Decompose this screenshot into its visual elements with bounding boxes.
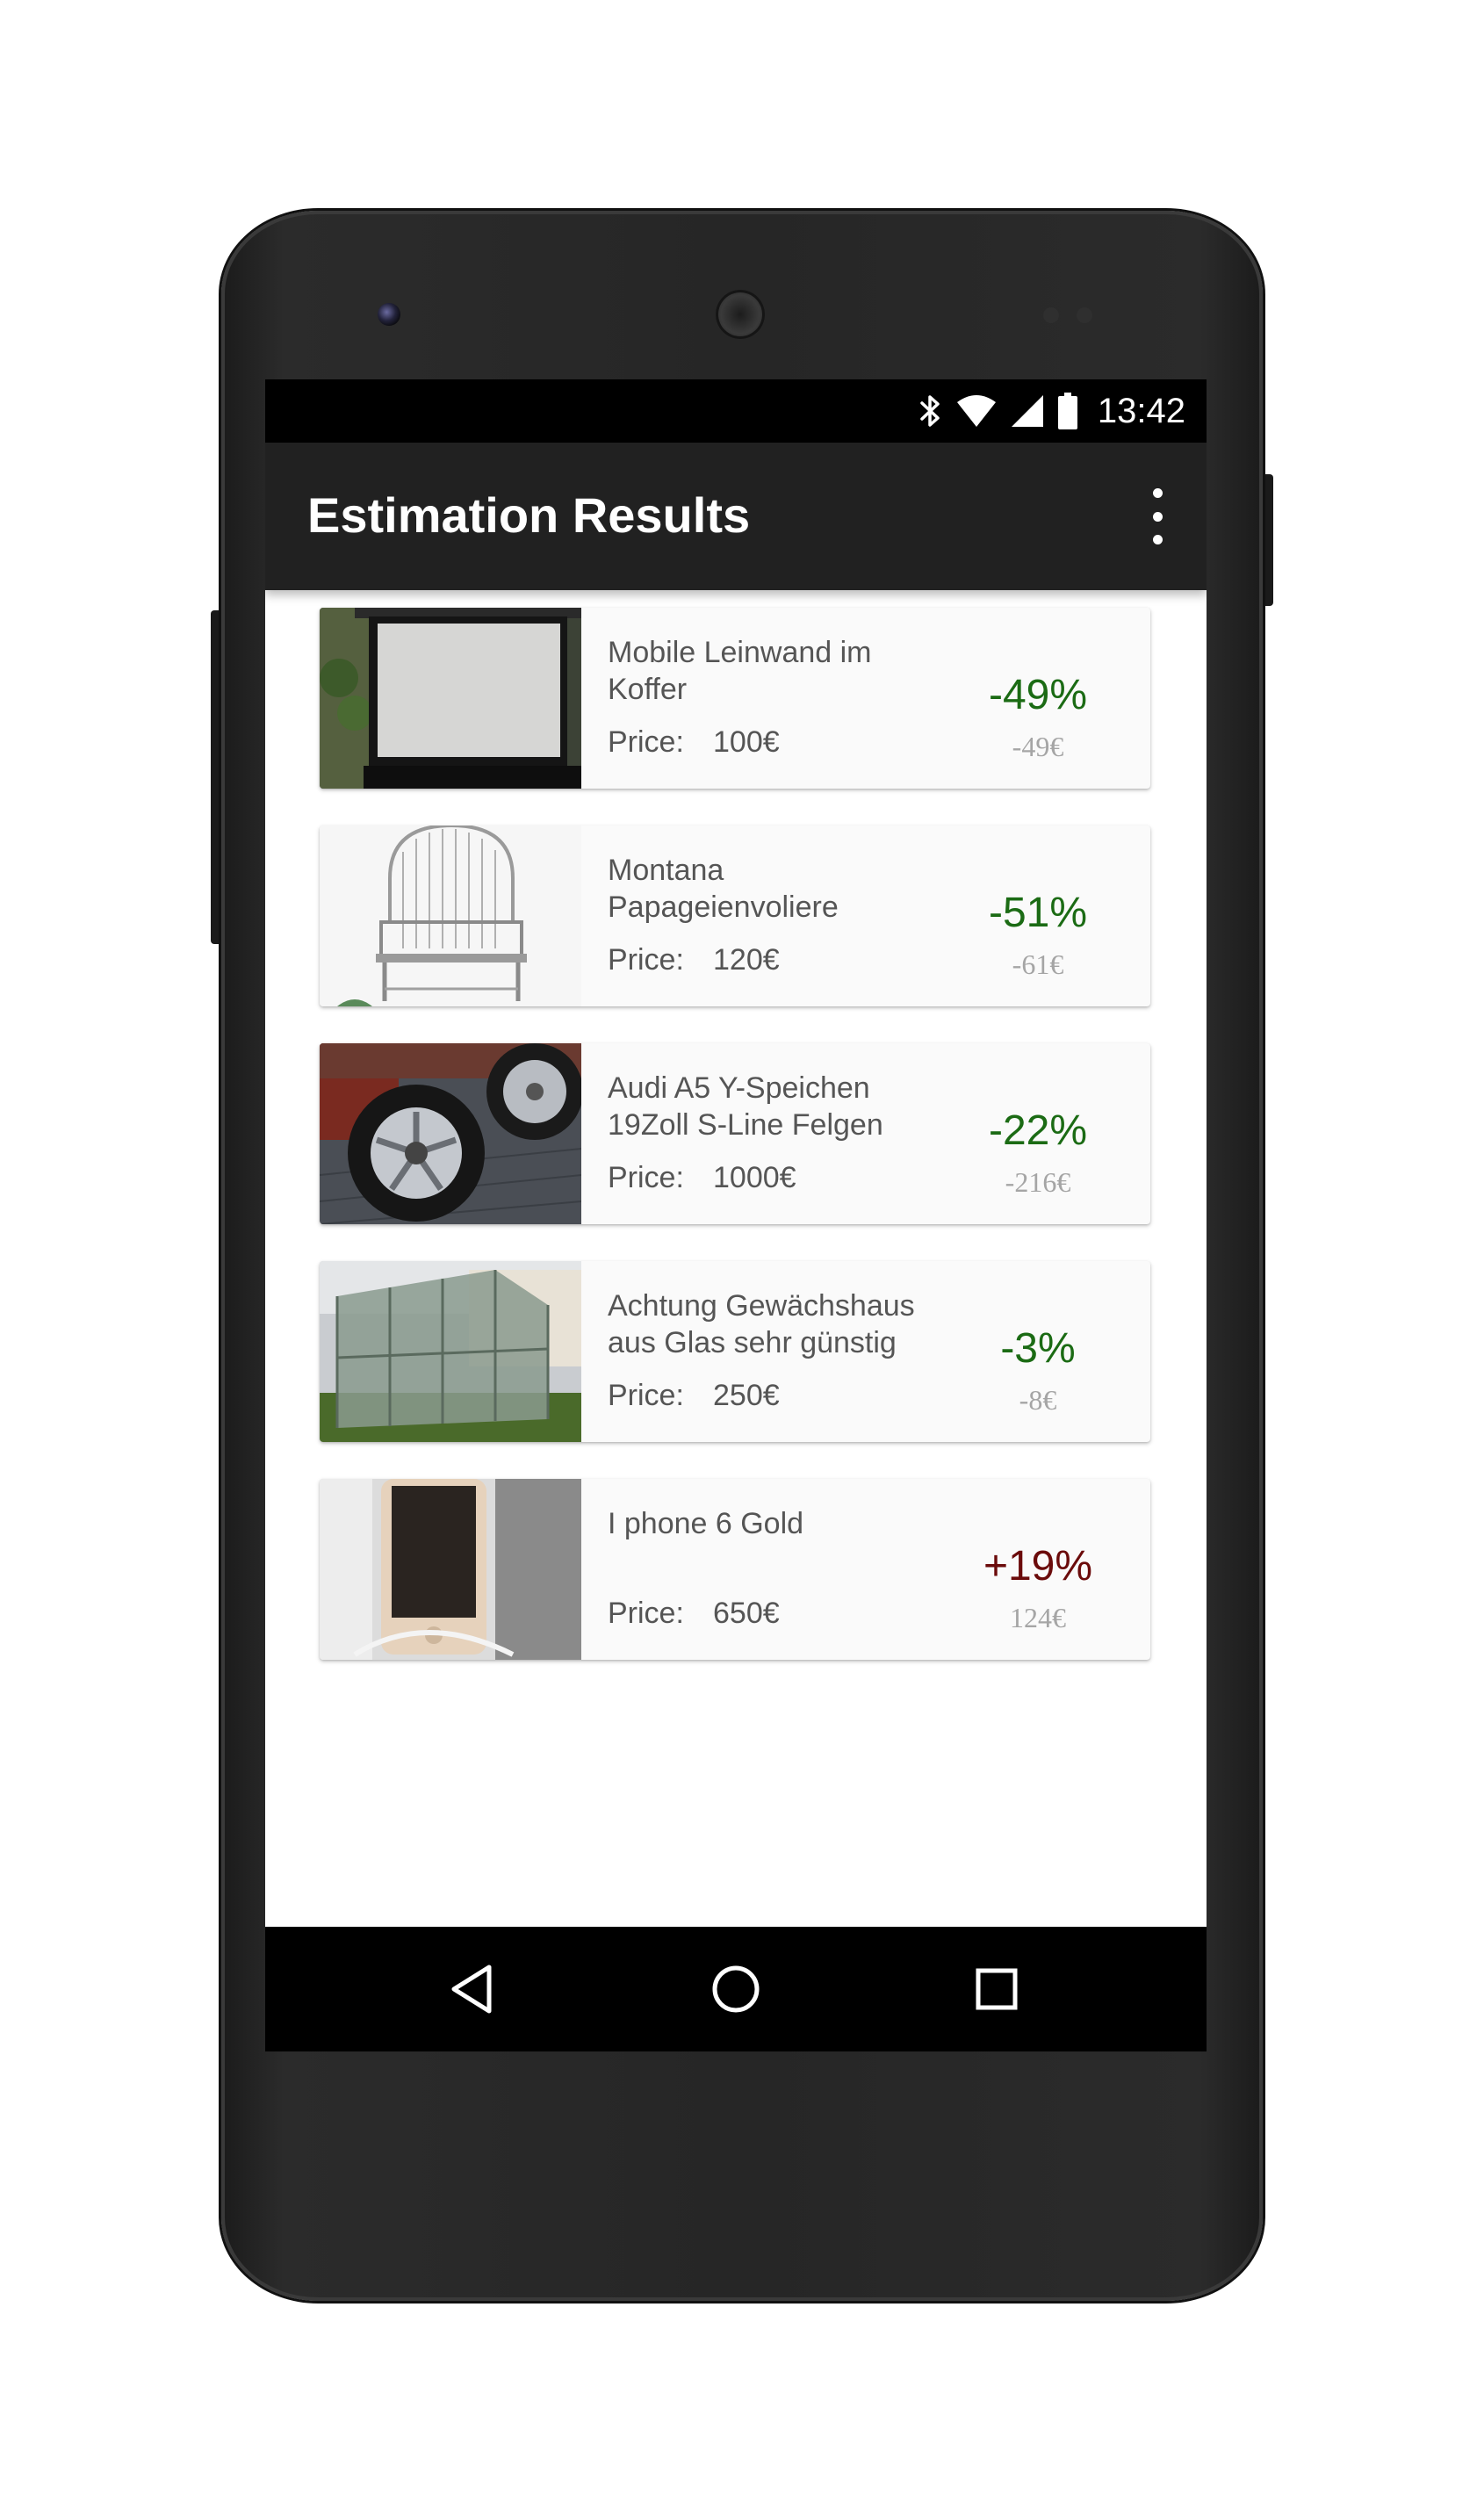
- percent-change: -22%: [988, 1107, 1088, 1154]
- iphone-photo: [320, 1479, 581, 1660]
- bluetooth-icon: [920, 395, 940, 427]
- cell-signal-icon: [1011, 395, 1043, 427]
- proximity-sensor: [1043, 307, 1059, 323]
- price-label: Price:: [608, 1379, 684, 1412]
- price-value: 650€: [713, 1597, 780, 1630]
- earpiece-speaker: [716, 290, 765, 339]
- item-title: Montana Papageienvoliere: [608, 854, 839, 924]
- price-label: Price:: [608, 943, 684, 977]
- percent-change: +19%: [983, 1543, 1093, 1590]
- list-item[interactable]: I phone 6 Gold Price: 650€ +19% 124€: [320, 1479, 1150, 1660]
- recents-icon[interactable]: [966, 1958, 1027, 2020]
- price-difference: 124€: [1010, 1602, 1066, 1633]
- percent-change: -49%: [988, 672, 1088, 718]
- price-value: 120€: [713, 943, 780, 977]
- light-sensor: [1077, 307, 1092, 323]
- app-bar: Estimation Results: [265, 443, 1207, 590]
- item-title: I phone 6 Gold: [608, 1507, 804, 1540]
- price-difference: -216€: [1005, 1166, 1071, 1198]
- percent-change: -51%: [988, 890, 1088, 936]
- percent-change: -3%: [1000, 1325, 1076, 1372]
- screen: 13:42 Estimation Results Mobile Leinwand…: [265, 379, 1207, 2051]
- greenhouse-photo: [320, 1261, 581, 1442]
- list-item[interactable]: Achtung Gewächshaus aus Glas sehr günsti…: [320, 1261, 1150, 1442]
- list-item[interactable]: Mobile Leinwand im Koffer Price: 100€ -4…: [320, 608, 1150, 789]
- car-wheels-photo: [320, 1043, 581, 1224]
- battery-icon: [1057, 393, 1077, 429]
- navigation-bar: [265, 1927, 1207, 2051]
- item-title: Mobile Leinwand im Koffer: [608, 636, 872, 706]
- home-icon[interactable]: [705, 1958, 767, 2020]
- status-clock: 13:42: [1097, 391, 1185, 430]
- wifi-icon: [956, 395, 996, 427]
- back-icon[interactable]: [443, 1958, 505, 2020]
- projector-screen-photo: [320, 608, 581, 789]
- item-title: Achtung Gewächshaus aus Glas sehr günsti…: [608, 1289, 915, 1359]
- list-item[interactable]: Montana Papageienvoliere Price: 120€ -51…: [320, 826, 1150, 1006]
- price-difference: -8€: [1019, 1384, 1057, 1416]
- bird-cage-photo: [320, 826, 581, 1006]
- item-title: Audi A5 Y-Speichen 19Zoll S-Line Felgen: [608, 1071, 883, 1142]
- price-difference: -49€: [1012, 731, 1064, 762]
- price-value: 1000€: [713, 1161, 796, 1194]
- price-label: Price:: [608, 1161, 684, 1194]
- price-label: Price:: [608, 1597, 684, 1630]
- price-value: 100€: [713, 725, 780, 759]
- page-title: Estimation Results: [307, 487, 751, 543]
- price-difference: -61€: [1012, 948, 1064, 980]
- overflow-menu-icon[interactable]: [1147, 488, 1168, 544]
- status-bar: 13:42: [265, 379, 1207, 443]
- power-button: [1261, 474, 1273, 606]
- price-value: 250€: [713, 1379, 780, 1412]
- price-label: Price:: [608, 725, 684, 759]
- front-camera: [378, 303, 400, 326]
- list-item[interactable]: Audi A5 Y-Speichen 19Zoll S-Line Felgen …: [320, 1043, 1150, 1224]
